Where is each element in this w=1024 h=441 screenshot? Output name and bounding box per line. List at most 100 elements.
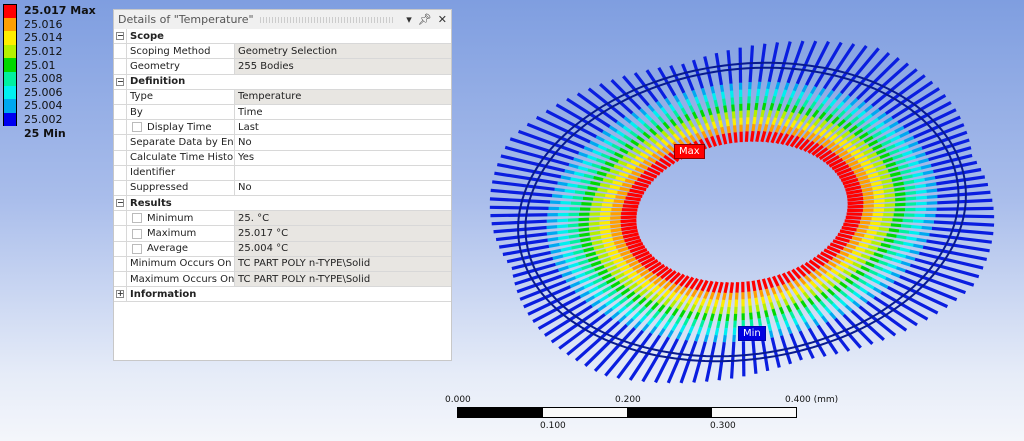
fin-segment <box>839 261 850 269</box>
fin-segment <box>835 264 845 273</box>
expand-icon[interactable]: + <box>116 290 124 299</box>
property-value[interactable]: TC PART POLY n-TYPE\Solid <box>235 272 451 287</box>
fin-segment <box>620 218 637 224</box>
property-value[interactable]: 255 Bodies <box>235 59 451 74</box>
property-value[interactable]: No <box>235 181 451 195</box>
fin-segment <box>765 288 771 297</box>
fin-segment <box>870 221 881 226</box>
fin-segment <box>751 123 756 132</box>
color-legend: 25.017 Max 25.016 25.014 25.012 25.01 25.008 2… <box>3 4 96 140</box>
fin-segment <box>756 279 763 291</box>
fin-segment <box>872 160 884 167</box>
property-value[interactable]: Yes <box>235 151 451 165</box>
fin-segment <box>885 161 897 168</box>
fin-segment <box>860 159 872 167</box>
fin-segment <box>713 334 718 343</box>
fin-segment <box>643 140 652 148</box>
property-row[interactable]: Maximum Occurs On TC PART POLY n-TYPE\Sol… <box>114 272 451 288</box>
parameter-checkbox[interactable] <box>132 122 142 133</box>
fin-segment <box>711 92 717 101</box>
fin-segment <box>781 272 791 284</box>
group-results[interactable]: − Results <box>114 196 451 212</box>
fin-segment <box>610 78 642 111</box>
fin-segment <box>749 130 755 142</box>
legend-swatch <box>3 71 17 86</box>
property-value[interactable]: Geometry Selection <box>235 44 451 59</box>
property-value[interactable]: 25.017 °C <box>235 226 451 241</box>
fin-segment <box>866 291 876 299</box>
property-row[interactable]: Average 25.004 °C <box>114 241 451 257</box>
fin-segment <box>685 98 692 107</box>
fin-segment <box>831 116 840 125</box>
property-value[interactable] <box>235 166 451 180</box>
fin-segment <box>911 224 922 230</box>
fin-segment <box>581 202 592 206</box>
property-row[interactable]: By Time <box>114 104 451 121</box>
property-row[interactable]: Maximum 25.017 °C <box>114 226 451 242</box>
collapse-icon[interactable]: − <box>116 32 124 41</box>
property-value[interactable]: No <box>235 135 451 149</box>
fin-segment <box>870 180 882 187</box>
property-row[interactable]: Minimum Occurs On TC PART POLY n-TYPE\Sol… <box>114 256 451 272</box>
fin-segment <box>830 144 841 153</box>
property-value[interactable]: 25.004 °C <box>235 241 451 256</box>
fin-segment <box>867 244 879 251</box>
property-value[interactable]: Temperature <box>235 89 451 104</box>
property-row[interactable]: Identifier <box>114 165 451 181</box>
property-row[interactable]: Calculate Time History Yes <box>114 150 451 166</box>
fin-segment <box>581 242 593 248</box>
parameter-checkbox[interactable] <box>132 243 142 254</box>
fin-segment <box>833 136 844 145</box>
fin-segment <box>813 126 822 135</box>
dropdown-icon[interactable]: ▾ <box>406 13 412 26</box>
fin-segment <box>720 91 726 99</box>
property-value[interactable]: 25. °C <box>235 211 451 226</box>
close-icon[interactable]: ✕ <box>438 13 447 26</box>
fin-segment <box>842 247 853 254</box>
fin-segment <box>847 265 857 273</box>
parameter-checkbox[interactable] <box>132 213 142 224</box>
property-value[interactable]: TC PART POLY n-TYPE\Solid <box>235 256 451 271</box>
pin-icon[interactable]: 📌︎ <box>418 13 432 26</box>
property-value[interactable]: Time <box>235 105 451 119</box>
fin-segment <box>836 167 853 177</box>
property-row[interactable]: Separate Data by EntityNo <box>114 135 451 151</box>
collapse-icon[interactable]: − <box>116 199 124 208</box>
property-row[interactable]: Scoping Method Geometry Selection <box>114 44 451 60</box>
property-label: Average <box>147 243 189 255</box>
fin-segment <box>691 318 698 327</box>
property-value[interactable]: Last <box>235 120 451 134</box>
fin-segment <box>707 107 713 116</box>
fin-segment <box>671 323 678 332</box>
property-row[interactable]: Suppressed No <box>114 180 451 197</box>
fin-segment <box>647 156 657 164</box>
fin-segment <box>890 271 901 279</box>
fin-segment <box>602 178 614 184</box>
fin-segment <box>868 225 879 231</box>
collapse-icon[interactable]: − <box>116 77 124 86</box>
fin-segment <box>912 243 924 249</box>
fin-segment <box>600 257 612 264</box>
property-row[interactable]: Type Temperature <box>114 89 451 105</box>
property-row[interactable]: Minimum 25. °C <box>114 211 451 227</box>
group-scope[interactable]: − Scope <box>114 29 451 45</box>
group-definition[interactable]: − Definition <box>114 74 451 90</box>
fin-segment <box>509 137 575 161</box>
fin-segment <box>675 316 682 325</box>
fin-segment <box>875 148 887 155</box>
fin-segment <box>816 324 839 355</box>
fin-segment <box>677 101 684 109</box>
parameter-checkbox[interactable] <box>132 228 142 239</box>
fin-segment <box>663 297 671 307</box>
fin-segment <box>715 292 721 301</box>
property-row[interactable]: Geometry 255 Bodies <box>114 59 451 75</box>
fin-segment <box>595 135 605 143</box>
legend-item: 25.008 <box>3 71 96 86</box>
fin-segment <box>622 155 632 163</box>
group-information[interactable]: + Information <box>114 287 451 303</box>
fin-segment <box>757 123 762 132</box>
fin-segment <box>729 341 736 379</box>
fin-segment <box>785 134 795 147</box>
property-row[interactable]: Display Time Last <box>114 120 451 136</box>
fin-segment <box>895 252 907 259</box>
